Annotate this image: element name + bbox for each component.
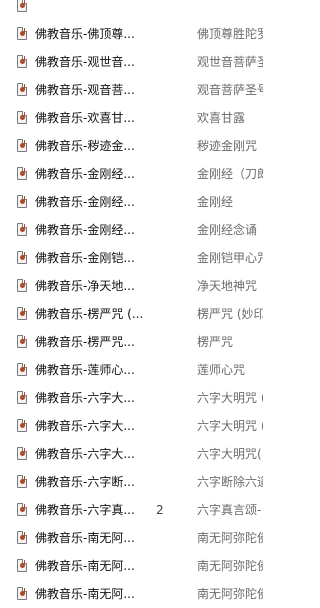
track-title: 六字真言颂-: [197, 503, 262, 517]
file-name: 佛教音乐-佛顶尊...: [35, 27, 135, 41]
file-row[interactable]: 佛教音乐-欢喜甘... 欢喜甘露: [0, 104, 263, 132]
track-title: 佛顶尊胜陀罗: [197, 27, 263, 41]
file-name: 佛教音乐-南无阿...: [35, 531, 135, 545]
track-title: 南无阿弥陀佛: [197, 559, 263, 573]
file-name: 佛教音乐-六字断...: [35, 475, 135, 489]
file-row[interactable]: 佛教音乐-净天地... 净天地神咒: [0, 272, 263, 300]
file-row[interactable]: 佛教音乐-南无阿... 南无阿弥陀佛: [0, 524, 263, 552]
audio-file-icon: [17, 55, 27, 68]
audio-file-icon: [17, 475, 27, 488]
file-row[interactable]: 佛教音乐-六字大... 六字大明咒 (: [0, 384, 263, 412]
audio-file-icon: [17, 27, 27, 40]
track-title: 净天地神咒: [197, 279, 258, 293]
file-row[interactable]: 佛教音乐-金刚铠... 金刚铠甲心咒: [0, 244, 263, 272]
file-row[interactable]: 佛教音乐-南无阿... 南无阿弥陀佛: [0, 552, 263, 580]
track-title: 六字断除六道: [197, 475, 263, 489]
track-title: 南无阿弥陀佛: [197, 587, 263, 601]
audio-file-icon: [17, 363, 27, 376]
file-row[interactable]: 佛教音乐-六字大... 六字大明咒 (: [0, 412, 263, 440]
file-row[interactable]: 佛教音乐-观音菩... 观音菩萨圣号: [0, 76, 263, 104]
audio-file-icon: [17, 111, 27, 124]
file-name: 佛教音乐-金刚铠...: [35, 251, 135, 265]
track-title: 楞严咒: [197, 335, 234, 349]
track-title: 金刚经（刀郎: [197, 167, 263, 181]
file-row[interactable]: 佛教音乐-楞严咒 (... 楞严咒 (妙印: [0, 300, 263, 328]
audio-file-icon: [17, 419, 27, 432]
track-title: 莲师心咒: [197, 363, 246, 377]
file-row[interactable]: 佛教音乐-楞严咒... 楞严咒: [0, 328, 263, 356]
track-number: 2: [156, 503, 164, 517]
file-name: 佛教音乐-观音菩...: [35, 83, 135, 97]
track-title: 六字大明咒 (: [197, 391, 263, 405]
file-row[interactable]: 佛教音乐-观世音... 观世音菩萨圣: [0, 48, 263, 76]
file-name: 佛教音乐-南无阿...: [35, 559, 135, 573]
file-row[interactable]: 佛教音乐-六字真... 2 六字真言颂-: [0, 496, 263, 524]
file-name: 佛教音乐-金刚经...: [35, 223, 135, 237]
audio-file-icon: [17, 139, 27, 152]
file-name: 佛教音乐-六字大...: [35, 391, 135, 405]
file-name: 佛教音乐-欢喜甘...: [35, 111, 135, 125]
audio-file-icon: [17, 167, 27, 180]
file-name: 佛教音乐-楞严咒...: [35, 335, 135, 349]
file-row[interactable]: 佛教音乐-金刚经... 金刚经（刀郎: [0, 160, 263, 188]
audio-file-icon: [17, 559, 27, 572]
file-row[interactable]: 佛教音乐-莲师心... 莲师心咒: [0, 356, 263, 384]
file-name: 佛教音乐-楞严咒 (...: [35, 307, 144, 321]
track-title: 六字大明咒 (: [197, 419, 263, 433]
file-row[interactable]: 佛教音乐-六字大... 六字大明咒(: [0, 440, 263, 468]
file-row[interactable]: 佛教音乐-南无阿... 南无阿弥陀佛: [0, 580, 263, 608]
file-name: 佛教音乐-净天地...: [35, 279, 135, 293]
audio-file-icon: [17, 251, 27, 264]
audio-file-icon: [17, 223, 27, 236]
audio-file-icon: [17, 391, 27, 404]
file-name: 佛教音乐-六字大...: [35, 447, 135, 461]
track-title: 金刚铠甲心咒: [197, 251, 263, 265]
file-row[interactable]: 佛教音乐-佛顶尊... 佛顶尊胜陀罗: [0, 20, 263, 48]
file-name: 佛教音乐-金刚经...: [35, 195, 135, 209]
track-title: 南无阿弥陀佛: [197, 531, 263, 545]
file-row[interactable]: 佛教音乐-金刚经... 金刚经念诵: [0, 216, 263, 244]
audio-file-icon: [17, 447, 27, 460]
audio-file-icon: [17, 0, 27, 12]
file-name: 佛教音乐-六字大...: [35, 419, 135, 433]
audio-file-icon: [17, 83, 27, 96]
file-name: 佛教音乐-六字真...: [35, 503, 135, 517]
audio-file-icon: [17, 307, 27, 320]
file-list: 佛教音乐-佛顶尊... 佛顶尊胜陀罗 佛教音乐-观世音... 观世音菩萨圣 佛教音乐…: [0, 0, 263, 608]
audio-file-icon: [17, 335, 27, 348]
file-name: 佛教音乐-金刚经...: [35, 167, 135, 181]
track-title: 楞严咒 (妙印: [197, 307, 263, 321]
file-row[interactable]: 佛教音乐-六字断... 六字断除六道: [0, 468, 263, 496]
audio-file-icon: [17, 531, 27, 544]
audio-file-icon: [17, 279, 27, 292]
file-name: 佛教音乐-观世音...: [35, 55, 135, 69]
track-title: 秽迹金刚咒: [197, 139, 258, 153]
file-row[interactable]: 佛教音乐-秽迹金... 秽迹金刚咒: [0, 132, 263, 160]
file-name: 佛教音乐-秽迹金...: [35, 139, 135, 153]
track-title: 金刚经: [197, 195, 234, 209]
file-name: 佛教音乐-莲师心...: [35, 363, 135, 377]
file-row[interactable]: [0, 0, 263, 20]
file-name: 佛教音乐-南无阿...: [35, 587, 135, 601]
audio-file-icon: [17, 195, 27, 208]
track-title: 观音菩萨圣号: [197, 83, 263, 97]
track-title: 欢喜甘露: [197, 111, 246, 125]
audio-file-icon: [17, 503, 27, 516]
track-title: 金刚经念诵: [197, 223, 258, 237]
track-title: 观世音菩萨圣: [197, 55, 263, 69]
file-row[interactable]: 佛教音乐-金刚经... 金刚经: [0, 188, 263, 216]
track-title: 六字大明咒(: [197, 447, 262, 461]
